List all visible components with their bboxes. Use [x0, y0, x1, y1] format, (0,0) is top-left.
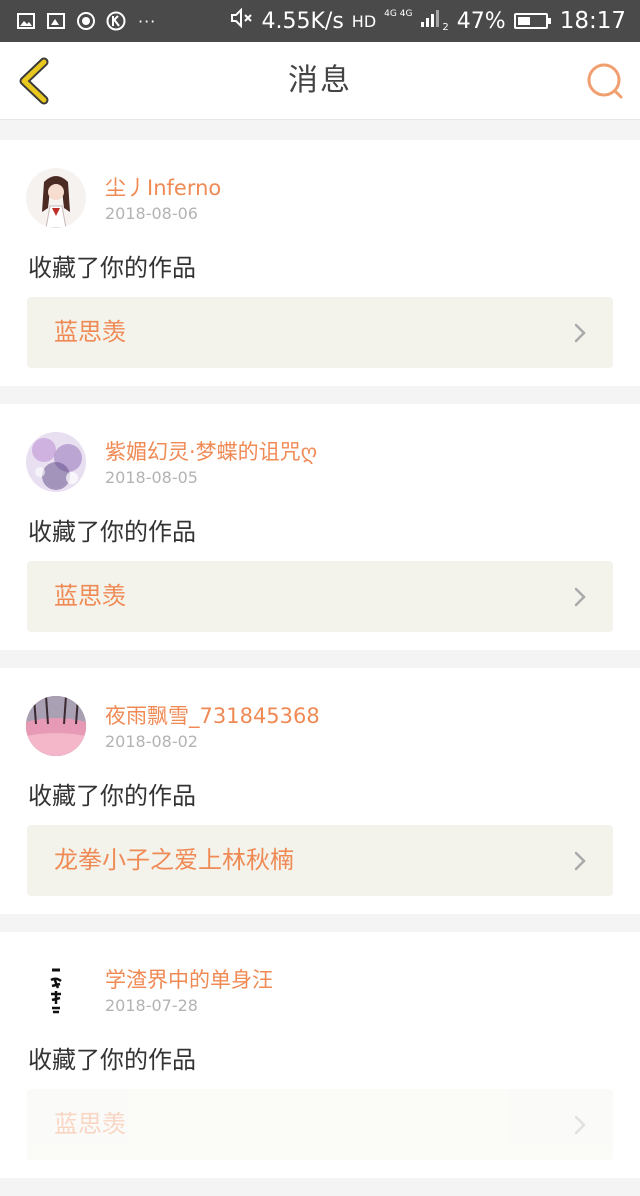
- message-card: 夜雨飘雪_731845368 2018-08-02 收藏了你的作品 龙拳小子之爱…: [0, 668, 640, 914]
- username[interactable]: 尘丿Inferno: [105, 172, 221, 202]
- network-type: 4G 4G: [384, 9, 413, 19]
- gallery-icon: [16, 11, 36, 31]
- username[interactable]: 紫媚幻灵·梦蝶的诅咒ღ: [105, 436, 317, 466]
- message-card: 学渣界中的单身汪 2018-07-28 收藏了你的作品 蓝思羡: [0, 932, 640, 1178]
- chevron-right-icon: [574, 323, 586, 343]
- message-action: 收藏了你的作品: [28, 782, 196, 810]
- message-date: 2018-07-28: [105, 996, 198, 1015]
- status-bar: ··· 4.55K/s HD 4G 4G 2 47% 18:17: [0, 0, 640, 42]
- message-date: 2018-08-05: [105, 468, 198, 487]
- message-date: 2018-08-02: [105, 732, 198, 751]
- username[interactable]: 学渣界中的单身汪: [105, 964, 273, 994]
- more-notifications-icon: ···: [138, 11, 157, 31]
- page-title: 消息: [288, 63, 352, 98]
- message-action: 收藏了你的作品: [28, 254, 196, 282]
- avatar[interactable]: [26, 960, 86, 1020]
- message-card: 紫媚幻灵·梦蝶的诅咒ღ 2018-08-05 收藏了你的作品 蓝思羡: [0, 404, 640, 650]
- nav-bar: 消息: [0, 42, 640, 120]
- message-card: 尘丿Inferno 2018-08-06 收藏了你的作品 蓝思羡: [0, 140, 640, 386]
- work-title: 蓝思羡: [54, 1110, 126, 1138]
- work-link[interactable]: 龙拳小子之爱上林秋楠: [27, 825, 613, 896]
- image-edit-icon: [46, 11, 66, 31]
- work-link[interactable]: 蓝思羡: [27, 297, 613, 368]
- message-list: 尘丿Inferno 2018-08-06 收藏了你的作品 蓝思羡 紫媚幻灵·梦蝶…: [0, 140, 640, 1196]
- avatar[interactable]: [26, 168, 86, 228]
- message-action: 收藏了你的作品: [28, 1046, 196, 1074]
- username[interactable]: 夜雨飘雪_731845368: [105, 700, 320, 730]
- chevron-right-icon: [574, 1115, 586, 1135]
- work-title: 龙拳小子之爱上林秋楠: [54, 846, 294, 874]
- message-action: 收藏了你的作品: [28, 518, 196, 546]
- work-title: 蓝思羡: [54, 582, 126, 610]
- k-app-icon: [106, 11, 126, 31]
- work-link[interactable]: 蓝思羡: [27, 561, 613, 632]
- signal-icon: [420, 8, 440, 34]
- sim-slot: 2: [442, 21, 449, 33]
- work-title: 蓝思羡: [54, 318, 126, 346]
- battery-icon: [513, 13, 551, 29]
- clock: 18:17: [559, 8, 626, 34]
- avatar[interactable]: [26, 432, 86, 492]
- chevron-right-icon: [574, 587, 586, 607]
- chevron-right-icon: [574, 851, 586, 871]
- hd-indicator: HD: [351, 11, 377, 31]
- work-link[interactable]: 蓝思羡: [27, 1089, 613, 1160]
- message-date: 2018-08-06: [105, 204, 198, 223]
- battery-percent: 47%: [456, 8, 506, 34]
- record-icon: [76, 11, 96, 31]
- mute-icon: [230, 7, 254, 35]
- net-speed: 4.55K/s: [261, 8, 344, 34]
- search-icon[interactable]: [584, 60, 626, 102]
- avatar[interactable]: [26, 696, 86, 756]
